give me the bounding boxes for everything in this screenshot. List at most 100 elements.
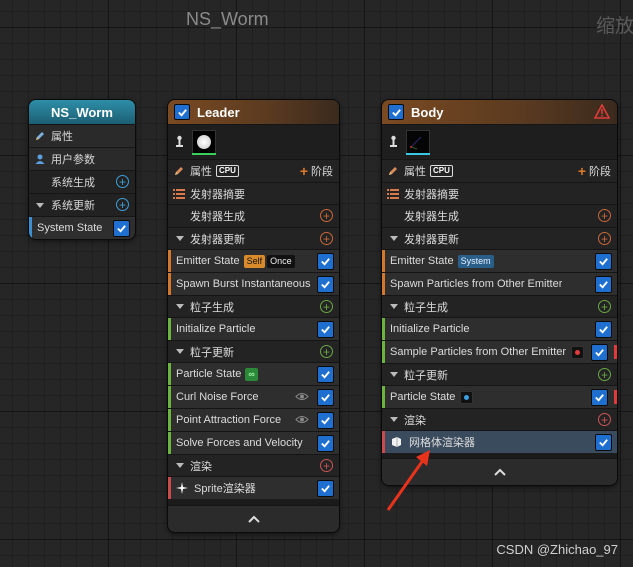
system-spawn-item[interactable]: 系统生成 + xyxy=(29,170,135,193)
leader-initialize-particle-module[interactable]: Initialize Particle xyxy=(168,317,339,340)
leader-collapse-button[interactable] xyxy=(168,505,339,532)
eye-icon[interactable] xyxy=(295,392,309,401)
body-emitter-update-section[interactable]: 发射器更新 + xyxy=(382,227,617,249)
pin-icon[interactable] xyxy=(389,135,398,149)
body-thumbnail-row xyxy=(382,124,617,159)
leader-spawn-burst-module[interactable]: Spawn Burst Instantaneous xyxy=(168,272,339,295)
collapse-triangle-icon[interactable] xyxy=(176,236,184,241)
body-enable-checkbox[interactable] xyxy=(388,104,404,120)
collapse-triangle-icon[interactable] xyxy=(390,417,398,422)
leader-point-attraction-checkbox[interactable] xyxy=(317,412,334,429)
leader-solve-forces-checkbox[interactable] xyxy=(317,435,334,452)
body-particle-spawn-section[interactable]: 粒子生成 + xyxy=(382,295,617,317)
system-properties-item[interactable]: 属性 xyxy=(29,124,135,147)
body-node-title: Body xyxy=(411,104,444,120)
add-renderer-button[interactable]: + xyxy=(320,459,333,472)
body-emitter-summary[interactable]: 发射器摘要 xyxy=(382,182,617,204)
leader-curl-noise-checkbox[interactable] xyxy=(317,389,334,406)
body-initialize-particle-module[interactable]: Initialize Particle xyxy=(382,317,617,340)
system-user-params-item[interactable]: 用户参数 xyxy=(29,147,135,170)
collapse-triangle-icon[interactable] xyxy=(176,349,184,354)
leader-emitter-summary[interactable]: 发射器摘要 xyxy=(168,182,339,204)
leader-thumbnail-row xyxy=(168,124,339,159)
body-thumbnail[interactable] xyxy=(406,130,430,154)
leader-curl-noise-module[interactable]: Curl Noise Force xyxy=(168,385,339,408)
body-emitter-node[interactable]: Body 属性 CPU + 阶段 发射器摘要 发射器生成 + 发射器更新 + Em… xyxy=(382,100,617,485)
body-emitter-state-checkbox[interactable] xyxy=(595,253,612,270)
leader-emitter-state-checkbox[interactable] xyxy=(317,253,334,270)
body-spawn-from-other-module[interactable]: Spawn Particles from Other Emitter xyxy=(382,272,617,295)
pin-icon[interactable] xyxy=(175,135,184,149)
system-node-header[interactable]: NS_Worm xyxy=(29,100,135,124)
leader-node-header[interactable]: Leader xyxy=(168,100,339,124)
body-emitter-spawn-section[interactable]: 发射器生成 + xyxy=(382,204,617,227)
body-sample-particles-checkbox[interactable] xyxy=(591,344,608,361)
add-particle-spawn-module-button[interactable]: + xyxy=(320,300,333,313)
body-particle-state-checkbox[interactable] xyxy=(591,389,608,406)
loop-badge: ∞ xyxy=(245,367,258,381)
checkmark-icon xyxy=(595,394,604,402)
leader-emitter-state-module[interactable]: Emitter State Self Once xyxy=(168,249,339,272)
system-node[interactable]: NS_Worm 属性 用户参数 系统生成 + 系统更新 + System Sta… xyxy=(29,100,135,239)
leader-emitter-spawn-section[interactable]: 发射器生成 + xyxy=(168,204,339,227)
add-system-spawn-module-button[interactable]: + xyxy=(116,175,129,188)
leader-emitter-node[interactable]: Leader 属性 CPU + 阶段 发射器摘要 发射器生成 + 发射器更新 + … xyxy=(168,100,339,532)
body-sample-particles-module[interactable]: Sample Particles from Other Emitter xyxy=(382,340,617,363)
leader-thumbnail[interactable] xyxy=(192,130,216,154)
leader-properties-row[interactable]: 属性 CPU + 阶段 xyxy=(168,159,339,182)
body-summary-label: 发射器摘要 xyxy=(404,188,459,201)
add-emitter-spawn-module-button[interactable]: + xyxy=(320,209,333,222)
checkmark-icon xyxy=(595,349,604,357)
leader-solve-forces-module[interactable]: Solve Forces and Velocity xyxy=(168,431,339,454)
leader-particle-update-section[interactable]: 粒子更新 + xyxy=(168,340,339,362)
eye-icon[interactable] xyxy=(295,415,309,424)
error-edge-marker xyxy=(614,345,617,359)
add-particle-spawn-module-button[interactable]: + xyxy=(598,300,611,313)
collapse-triangle-icon[interactable] xyxy=(390,372,398,377)
leader-particle-state-checkbox[interactable] xyxy=(317,366,334,383)
leader-cpu-badge: CPU xyxy=(216,165,239,177)
add-particle-update-module-button[interactable]: + xyxy=(320,345,333,358)
leader-particle-state-label: Particle State xyxy=(176,368,242,380)
collapse-triangle-icon[interactable] xyxy=(176,304,184,309)
system-state-checkbox[interactable] xyxy=(113,220,130,237)
leader-render-section[interactable]: 渲染 + xyxy=(168,454,339,476)
body-spawn-from-other-checkbox[interactable] xyxy=(595,276,612,293)
add-renderer-button[interactable]: + xyxy=(598,413,611,426)
leader-point-attraction-module[interactable]: Point Attraction Force xyxy=(168,408,339,431)
add-system-update-module-button[interactable]: + xyxy=(116,198,129,211)
leader-add-stage-button[interactable]: + 阶段 xyxy=(300,163,333,179)
add-emitter-spawn-module-button[interactable]: + xyxy=(598,209,611,222)
leader-particle-state-module[interactable]: Particle State ∞ xyxy=(168,362,339,385)
collapse-triangle-icon[interactable] xyxy=(176,463,184,468)
leader-particle-spawn-label: 粒子生成 xyxy=(190,301,234,314)
leader-sprite-renderer-label: Sprite渲染器 xyxy=(194,483,256,495)
warning-triangle-icon[interactable] xyxy=(594,104,610,119)
body-particle-update-section[interactable]: 粒子更新 + xyxy=(382,363,617,385)
body-emitter-state-module[interactable]: Emitter State System xyxy=(382,249,617,272)
leader-initialize-particle-checkbox[interactable] xyxy=(317,321,334,338)
leader-particle-spawn-section[interactable]: 粒子生成 + xyxy=(168,295,339,317)
system-state-module[interactable]: System State xyxy=(29,216,135,239)
leader-enable-checkbox[interactable] xyxy=(174,104,190,120)
add-emitter-update-module-button[interactable]: + xyxy=(320,232,333,245)
body-initialize-particle-checkbox[interactable] xyxy=(595,321,612,338)
leader-sprite-renderer[interactable]: Sprite渲染器 xyxy=(168,476,339,499)
add-particle-update-module-button[interactable]: + xyxy=(598,368,611,381)
collapse-triangle-icon[interactable] xyxy=(390,236,398,241)
blue-dot-icon[interactable] xyxy=(460,390,474,404)
leader-sprite-renderer-checkbox[interactable] xyxy=(317,480,334,497)
leader-spawn-burst-checkbox[interactable] xyxy=(317,276,334,293)
add-emitter-update-module-button[interactable]: + xyxy=(598,232,611,245)
collapse-triangle-icon[interactable] xyxy=(36,202,44,208)
body-mesh-renderer-checkbox[interactable] xyxy=(595,434,612,451)
collapse-triangle-icon[interactable] xyxy=(390,304,398,309)
body-particle-state-module[interactable]: Particle State xyxy=(382,385,617,408)
body-properties-row[interactable]: 属性 CPU + 阶段 xyxy=(382,159,617,182)
body-add-stage-button[interactable]: + 阶段 xyxy=(578,163,611,179)
body-node-header[interactable]: Body xyxy=(382,100,617,124)
leader-emitter-update-section[interactable]: 发射器更新 + xyxy=(168,227,339,249)
red-dot-icon[interactable] xyxy=(571,345,585,359)
body-render-section[interactable]: 渲染 + xyxy=(382,408,617,430)
system-update-section[interactable]: 系统更新 + xyxy=(29,193,135,216)
